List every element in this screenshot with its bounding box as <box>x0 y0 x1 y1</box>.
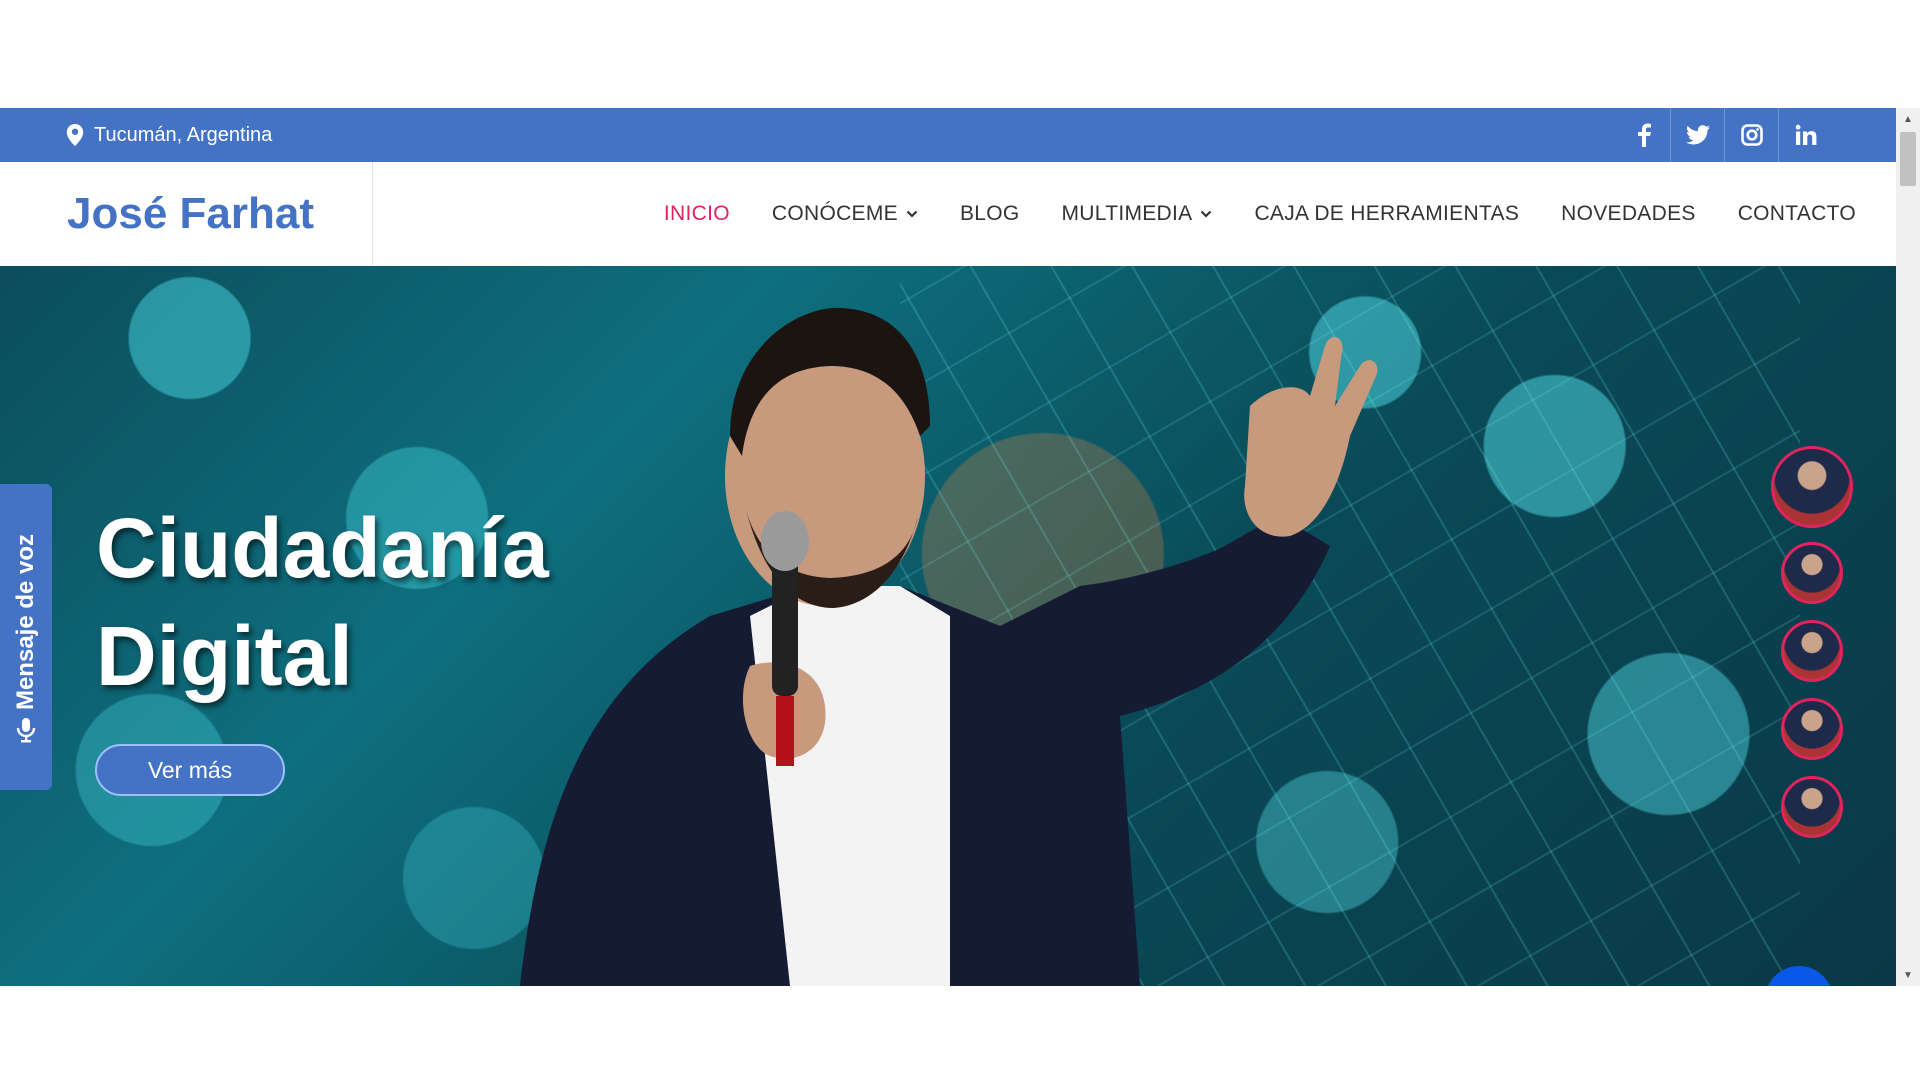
location-info: Tucumán, Argentina <box>66 108 272 162</box>
header-divider <box>372 162 373 266</box>
nav-label: CONÓCEME <box>771 202 898 225</box>
page-scrollbar[interactable]: ▲ ▼ <box>1896 108 1920 986</box>
story-thumbnail[interactable] <box>1781 542 1843 604</box>
nav-label: BLOG <box>959 202 1020 225</box>
chevron-down-icon <box>906 210 918 218</box>
site-logo[interactable]: José Farhat <box>67 162 314 266</box>
nav-item-inicio[interactable]: INICIO <box>664 202 730 226</box>
hero-title-line: Digital <box>96 609 353 703</box>
nav-item-contacto[interactable]: CONTACTO <box>1738 202 1856 226</box>
nav-item-novedades[interactable]: NOVEDADES <box>1561 202 1696 226</box>
top-info-bar: Tucumán, Argentina <box>0 108 1896 162</box>
twitter-icon[interactable] <box>1670 108 1724 162</box>
nav-item-multimedia[interactable]: MULTIMEDIA <box>1062 202 1213 226</box>
scroll-down-arrow-icon[interactable]: ▼ <box>1902 970 1914 982</box>
main-nav: INICIO CONÓCEME BLOG MULTIMEDIA CAJA DE … <box>664 162 1856 266</box>
scrollbar-thumb[interactable] <box>1900 132 1916 186</box>
browser-viewport: Tucumán, Argentina José Farhat INICIO CO… <box>0 108 1920 986</box>
voice-message-label: Mensaje de voz <box>12 533 39 711</box>
instagram-icon[interactable] <box>1724 108 1778 162</box>
scroll-up-arrow-icon[interactable]: ▲ <box>1902 114 1914 126</box>
nav-label: MULTIMEDIA <box>1061 202 1193 225</box>
location-pin-icon <box>66 124 84 146</box>
location-text: Tucumán, Argentina <box>94 123 273 146</box>
hero-slider: Ciudadanía Digital Ver más <box>0 266 1896 986</box>
ver-mas-button[interactable]: Ver más <box>95 744 285 796</box>
social-links <box>1617 108 1832 162</box>
story-thumbnail[interactable] <box>1781 776 1843 838</box>
voice-message-label-group: Mensaje de voz <box>12 533 40 743</box>
story-thumbnail[interactable] <box>1781 698 1843 760</box>
story-thumbnail[interactable] <box>1771 446 1853 528</box>
nav-label: CAJA DE HERRAMIENTAS <box>1254 202 1520 225</box>
nav-item-blog[interactable]: BLOG <box>960 202 1020 226</box>
linkedin-icon[interactable] <box>1778 108 1832 162</box>
nav-item-caja-de-herramientas[interactable]: CAJA DE HERRAMIENTAS <box>1254 202 1519 226</box>
nav-item-conoceme[interactable]: CONÓCEME <box>772 202 918 226</box>
hero-title-line: Ciudadanía <box>96 501 549 595</box>
voice-message-tab[interactable]: Mensaje de voz <box>0 484 52 790</box>
facebook-icon[interactable] <box>1617 108 1670 162</box>
nav-label: INICIO <box>663 202 730 225</box>
nav-label: CONTACTO <box>1737 202 1856 225</box>
hero-title: Ciudadanía Digital <box>96 494 656 710</box>
microphone-icon <box>16 718 36 743</box>
chevron-down-icon <box>1201 210 1212 218</box>
nav-label: NOVEDADES <box>1561 202 1696 225</box>
site-header: José Farhat INICIO CONÓCEME BLOG MULTIME… <box>0 162 1896 266</box>
story-thumbnail[interactable] <box>1781 620 1843 682</box>
